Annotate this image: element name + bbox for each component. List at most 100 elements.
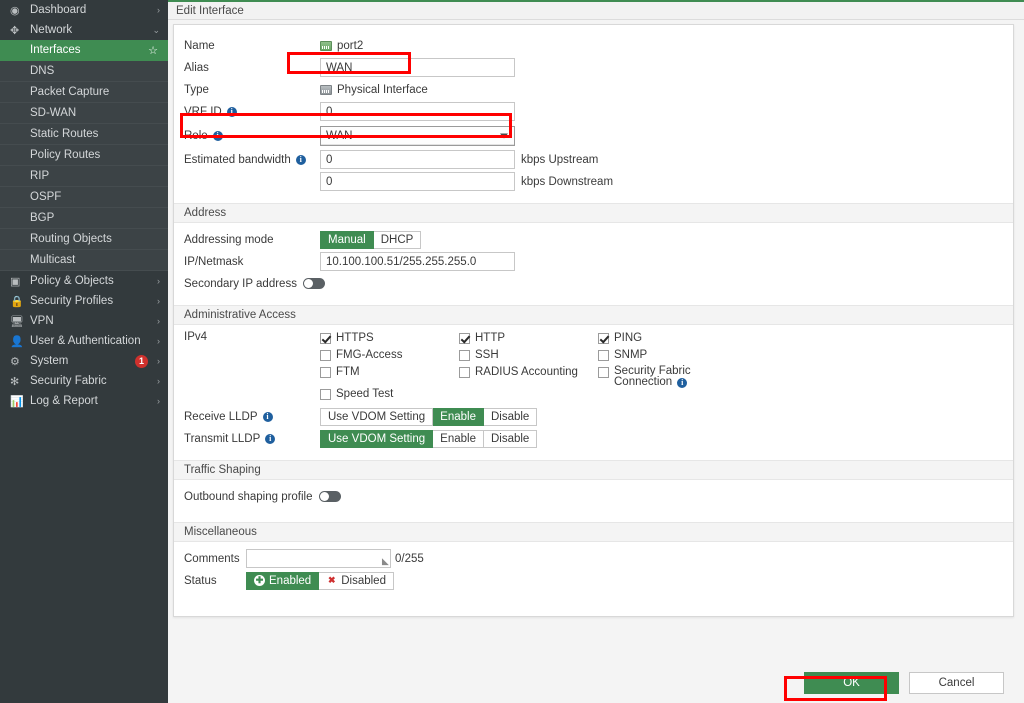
sidebar-item-label: Multicast: [30, 254, 76, 266]
address-section: Addressing mode Manual DHCP IP/Netmask 1…: [174, 223, 1013, 305]
info-icon[interactable]: i: [262, 411, 273, 422]
checkbox-row[interactable]: SSH: [459, 348, 598, 365]
ipv4-label: IPv4: [184, 331, 208, 343]
ftm-checkbox[interactable]: [320, 367, 331, 378]
sidebar-item-sd-wan[interactable]: SD-WAN: [0, 103, 168, 124]
role-select[interactable]: WAN: [320, 125, 515, 146]
checkbox-row[interactable]: RADIUS Accounting: [459, 365, 598, 387]
sidebar-item-label: Routing Objects: [30, 233, 112, 245]
transmit-lldp-segmented: Use VDOM Setting Enable Disable: [320, 429, 538, 448]
comments-textarea[interactable]: ◢: [246, 549, 391, 568]
sidebar-item-rip[interactable]: RIP: [0, 166, 168, 187]
transmit-lldp-row: Transmit LLDP i Use VDOM Setting Enable …: [184, 428, 1013, 449]
sidebar-item-label: Policy Routes: [30, 149, 101, 161]
sidebar-item-network[interactable]: ✥ Network ⌄: [0, 20, 168, 40]
vrf-id-input[interactable]: [320, 102, 515, 121]
ping-checkbox[interactable]: [598, 333, 609, 344]
checkbox-row[interactable]: HTTP: [459, 331, 598, 348]
ssh-checkbox[interactable]: [459, 350, 470, 361]
sidebar-item-dashboard[interactable]: ◉ Dashboard ›: [0, 0, 168, 20]
status-option-enabled[interactable]: ✚ Enabled: [246, 571, 320, 590]
info-icon[interactable]: i: [677, 377, 688, 388]
sidebar-item-bgp[interactable]: BGP: [0, 208, 168, 229]
sidebar-item-label: Policy & Objects: [30, 275, 114, 287]
sidebar-item-label: Packet Capture: [30, 86, 110, 98]
status-option-disabled[interactable]: ✖ Disabled: [319, 571, 394, 590]
gear-icon: ⚙: [10, 355, 20, 368]
page-title-bar: Edit Interface: [168, 0, 1024, 20]
bandwidth-upstream-input[interactable]: [320, 150, 515, 169]
system-notification-badge: 1: [135, 354, 148, 368]
radius-accounting-checkbox[interactable]: [459, 367, 470, 378]
sidebar-item-label: Network: [30, 24, 73, 36]
checkbox-row[interactable]: FMG-Access: [320, 348, 459, 365]
sidebar-item-interfaces[interactable]: Interfaces ☆: [0, 40, 168, 61]
receive-lldp-option-enable[interactable]: Enable: [433, 407, 484, 426]
checkbox-row[interactable]: SNMP: [598, 348, 737, 365]
miscellaneous-section: Comments ◢ 0/255 Status ✚ Enabled ✖ Disa…: [174, 542, 1013, 602]
fmg-access-label: FMG-Access: [336, 349, 403, 361]
sidebar-item-routing-objects[interactable]: Routing Objects: [0, 229, 168, 250]
checkbox-row[interactable]: Security Fabric Connection i: [598, 365, 737, 388]
sidebar-item-label: Static Routes: [30, 128, 99, 140]
favorite-star-icon[interactable]: ☆: [148, 44, 158, 57]
info-icon[interactable]: i: [226, 106, 237, 117]
sidebar-item-vpn[interactable]: 🖥 VPN ›: [0, 311, 168, 331]
info-icon[interactable]: i: [265, 433, 276, 444]
resize-grip-icon[interactable]: ◢: [382, 556, 389, 567]
security-fabric-connection-checkbox[interactable]: [598, 367, 609, 378]
sidebar-item-system[interactable]: ⚙ System 1 ›: [0, 351, 168, 371]
receive-lldp-option-vdom[interactable]: Use VDOM Setting: [320, 407, 434, 426]
sidebar-item-static-routes[interactable]: Static Routes: [0, 124, 168, 145]
checkbox-row[interactable]: PING: [598, 331, 737, 348]
snmp-checkbox[interactable]: [598, 350, 609, 361]
checkbox-row[interactable]: FTM: [320, 365, 459, 387]
type-label: Type: [184, 83, 209, 96]
sidebar-item-log-report[interactable]: 📊 Log & Report ›: [0, 391, 168, 411]
addressing-mode-option-manual[interactable]: Manual: [320, 230, 374, 249]
sidebar-item-security-profiles[interactable]: 🔒 Security Profiles ›: [0, 291, 168, 311]
traffic-shaping-section-header: Traffic Shaping: [174, 460, 1013, 480]
checkbox-row[interactable]: HTTPS: [320, 331, 459, 348]
ping-label: PING: [614, 332, 643, 344]
addressing-mode-option-dhcp[interactable]: DHCP: [373, 230, 422, 249]
transmit-lldp-option-disable[interactable]: Disable: [483, 429, 538, 448]
https-checkbox[interactable]: [320, 333, 331, 344]
speed-test-checkbox[interactable]: [320, 389, 331, 400]
user-icon: 👤: [10, 335, 24, 348]
chevron-right-icon: ›: [157, 316, 160, 326]
checkbox-row[interactable]: Speed Test: [320, 387, 459, 404]
ok-button[interactable]: OK: [804, 672, 899, 694]
secondary-ip-toggle[interactable]: [302, 278, 325, 289]
lock-icon: 🔒: [10, 295, 24, 308]
transmit-lldp-option-vdom[interactable]: Use VDOM Setting: [320, 429, 434, 448]
sidebar-item-user-authentication[interactable]: 👤 User & Authentication ›: [0, 331, 168, 351]
sidebar-item-policy-routes[interactable]: Policy Routes: [0, 145, 168, 166]
sidebar-item-multicast[interactable]: Multicast: [0, 250, 168, 271]
info-icon[interactable]: i: [295, 154, 306, 165]
sidebar-item-label: User & Authentication: [30, 335, 141, 347]
fabric-icon: ✻: [10, 375, 20, 388]
sidebar-item-ospf[interactable]: OSPF: [0, 187, 168, 208]
upstream-unit-label: kbps Upstream: [521, 153, 599, 166]
info-icon[interactable]: i: [212, 130, 223, 141]
cancel-button[interactable]: Cancel: [909, 672, 1004, 694]
sidebar-item-security-fabric[interactable]: ✻ Security Fabric ›: [0, 371, 168, 391]
sidebar-item-packet-capture[interactable]: Packet Capture: [0, 82, 168, 103]
bandwidth-downstream-input[interactable]: [320, 172, 515, 191]
alias-input[interactable]: [320, 58, 515, 77]
http-checkbox[interactable]: [459, 333, 470, 344]
section-title: Administrative Access: [184, 309, 296, 321]
plus-circle-icon: ✚: [254, 575, 265, 586]
receive-lldp-option-disable[interactable]: Disable: [483, 407, 538, 426]
section-title: Traffic Shaping: [184, 464, 261, 476]
ip-netmask-input[interactable]: [320, 252, 515, 271]
sidebar-item-policy-objects[interactable]: ▣ Policy & Objects ›: [0, 271, 168, 291]
role-row: Role i WAN: [184, 123, 1013, 148]
outbound-shaping-profile-toggle[interactable]: [318, 491, 341, 502]
sidebar-item-dns[interactable]: DNS: [0, 61, 168, 82]
transmit-lldp-option-enable[interactable]: Enable: [433, 429, 484, 448]
ip-netmask-label: IP/Netmask: [184, 255, 244, 268]
name-row: Name port2: [184, 35, 1013, 56]
fmg-access-checkbox[interactable]: [320, 350, 331, 361]
